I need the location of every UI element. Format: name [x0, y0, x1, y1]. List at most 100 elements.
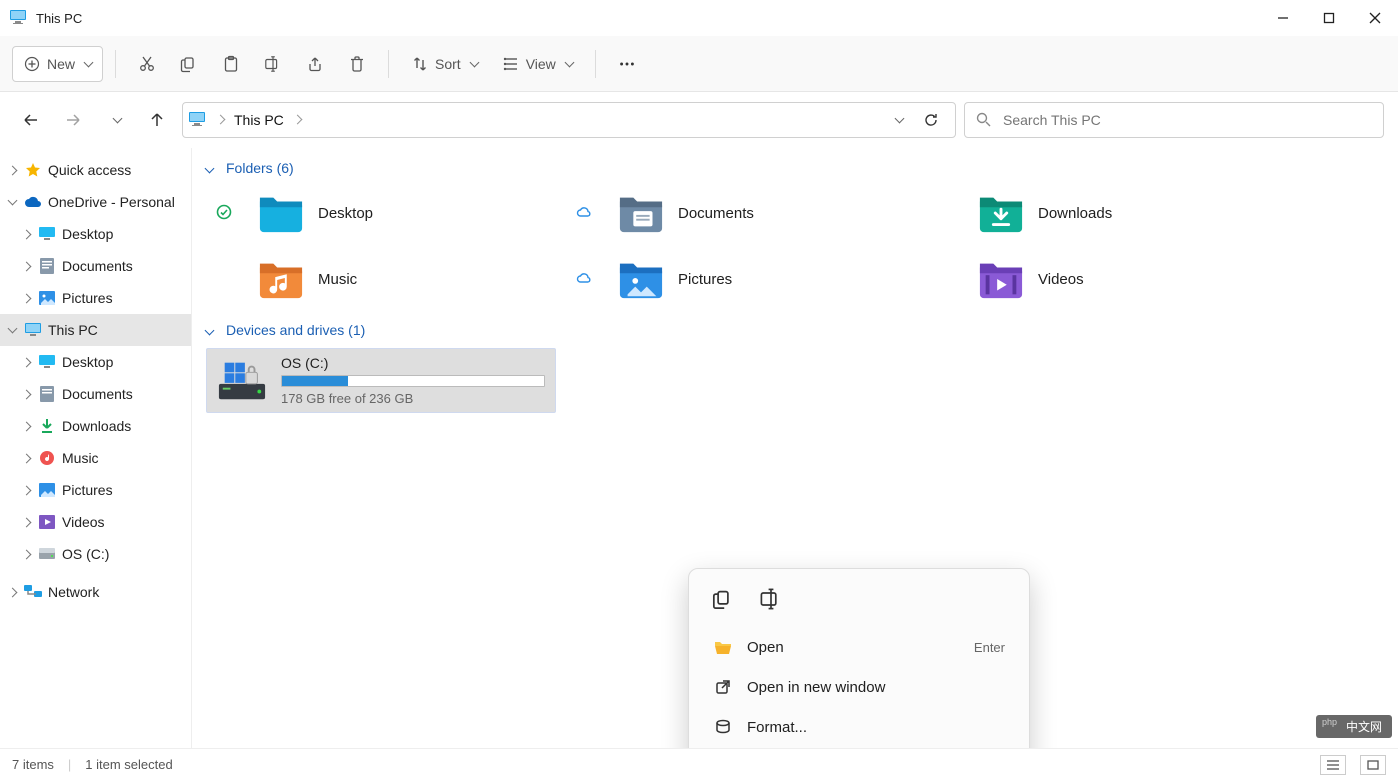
- chevron-right-icon: [213, 112, 226, 128]
- title-bar: This PC: [0, 0, 1398, 36]
- delete-icon: [348, 55, 366, 73]
- folder-documents[interactable]: Documents: [566, 186, 926, 240]
- more-button[interactable]: [608, 46, 646, 82]
- minimize-button[interactable]: [1260, 0, 1306, 36]
- drive-icon: [38, 545, 56, 563]
- rename-button[interactable]: [254, 46, 292, 82]
- sidebar-item-this-pc[interactable]: This PC: [0, 314, 191, 346]
- ctx-format[interactable]: Format...: [697, 707, 1021, 747]
- sidebar-item-videos[interactable]: Videos: [0, 506, 191, 538]
- chevron-right-icon: [20, 356, 32, 368]
- breadcrumb-root[interactable]: [213, 112, 226, 128]
- music-icon: [38, 449, 56, 467]
- status-count: 7 items: [12, 757, 54, 772]
- large-icons-view-button[interactable]: [1360, 755, 1386, 775]
- new-button[interactable]: New: [12, 46, 103, 82]
- folder-icon: [978, 259, 1024, 299]
- sidebar-item-network[interactable]: Network: [0, 576, 191, 608]
- back-button[interactable]: [14, 103, 48, 137]
- status-selection: 1 item selected: [85, 757, 172, 772]
- sidebar-item-onedrive-documents[interactable]: Documents: [0, 250, 191, 282]
- plus-icon: [23, 55, 41, 73]
- chevron-right-icon: [20, 292, 32, 304]
- window-controls: [1260, 0, 1398, 36]
- chevron-down-icon: [81, 56, 92, 72]
- status-bar: 7 items | 1 item selected: [0, 748, 1398, 780]
- this-pc-icon: [189, 112, 205, 129]
- sync-ok-icon: [214, 204, 234, 223]
- refresh-button[interactable]: [917, 106, 945, 134]
- sidebar-item-onedrive-pictures[interactable]: Pictures: [0, 282, 191, 314]
- folder-icon: [258, 193, 304, 233]
- folder-open-icon: [713, 637, 733, 657]
- ctx-rename-button[interactable]: [753, 581, 789, 617]
- folder-downloads[interactable]: . Downloads: [926, 186, 1286, 240]
- close-button[interactable]: [1352, 0, 1398, 36]
- folder-icon: [258, 259, 304, 299]
- share-icon: [306, 55, 324, 73]
- open-external-icon: [713, 677, 733, 697]
- sidebar-item-onedrive-desktop[interactable]: Desktop: [0, 218, 191, 250]
- chevron-right-icon: [20, 388, 32, 400]
- paste-button[interactable]: [212, 46, 250, 82]
- chevron-right-icon: [290, 112, 303, 128]
- desktop-icon: [38, 225, 56, 243]
- group-header-drives[interactable]: Devices and drives (1): [206, 322, 1384, 338]
- drive-os-c[interactable]: OS (C:) 178 GB free of 236 GB: [206, 348, 556, 413]
- view-label: View: [526, 56, 556, 72]
- forward-button[interactable]: [56, 103, 90, 137]
- address-history-button[interactable]: [885, 108, 909, 132]
- chevron-down-icon: [892, 112, 903, 128]
- search-input[interactable]: [1001, 111, 1373, 129]
- sidebar-item-desktop[interactable]: Desktop: [0, 346, 191, 378]
- new-label: New: [47, 56, 75, 72]
- window-title: This PC: [36, 11, 1260, 26]
- folder-pictures[interactable]: Pictures: [566, 252, 926, 306]
- chevron-right-icon: [20, 420, 32, 432]
- breadcrumb-item[interactable]: This PC: [234, 112, 303, 128]
- copy-icon: [180, 55, 198, 73]
- chevron-right-icon: [20, 228, 32, 240]
- cut-button[interactable]: [128, 46, 166, 82]
- content-area: Folders (6) Desktop Documents . Download…: [192, 148, 1398, 748]
- search-box[interactable]: [964, 102, 1384, 138]
- sidebar-item-documents[interactable]: Documents: [0, 378, 191, 410]
- ctx-open-new-window[interactable]: Open in new window: [697, 667, 1021, 707]
- star-icon: [24, 161, 42, 179]
- folder-videos[interactable]: . Videos: [926, 252, 1286, 306]
- sort-button[interactable]: Sort: [401, 46, 488, 82]
- cloud-icon: [574, 205, 594, 221]
- this-pc-icon: [10, 10, 26, 26]
- share-button[interactable]: [296, 46, 334, 82]
- cloud-icon: [24, 193, 42, 211]
- maximize-button[interactable]: [1306, 0, 1352, 36]
- ctx-open[interactable]: Open Enter: [697, 627, 1021, 667]
- sidebar-item-music[interactable]: Music: [0, 442, 191, 474]
- folder-desktop[interactable]: Desktop: [206, 186, 566, 240]
- chevron-down-icon: [206, 162, 218, 174]
- chevron-down-icon: [110, 112, 121, 128]
- group-header-folders[interactable]: Folders (6): [206, 160, 1384, 176]
- sidebar-item-onedrive[interactable]: OneDrive - Personal: [0, 186, 191, 218]
- sidebar-item-os-c[interactable]: OS (C:): [0, 538, 191, 570]
- document-icon: [38, 257, 56, 275]
- copy-button[interactable]: [170, 46, 208, 82]
- sidebar-item-quick-access[interactable]: Quick access: [0, 154, 191, 186]
- delete-button[interactable]: [338, 46, 376, 82]
- ellipsis-icon: [618, 55, 636, 73]
- this-pc-icon: [24, 321, 42, 339]
- sidebar-item-pictures[interactable]: Pictures: [0, 474, 191, 506]
- recent-button[interactable]: [98, 103, 132, 137]
- desktop-icon: [38, 353, 56, 371]
- view-icon: [502, 55, 520, 73]
- ctx-pin-quick-access[interactable]: Pin to Quick access: [697, 747, 1021, 748]
- folder-music[interactable]: . Music: [206, 252, 566, 306]
- address-bar[interactable]: This PC: [182, 102, 956, 138]
- drive-capacity-bar: [281, 375, 545, 387]
- details-view-button[interactable]: [1320, 755, 1346, 775]
- ctx-copy-button[interactable]: [705, 581, 741, 617]
- sidebar-item-downloads[interactable]: Downloads: [0, 410, 191, 442]
- drive-free-text: 178 GB free of 236 GB: [281, 391, 545, 406]
- up-button[interactable]: [140, 103, 174, 137]
- view-button[interactable]: View: [492, 46, 583, 82]
